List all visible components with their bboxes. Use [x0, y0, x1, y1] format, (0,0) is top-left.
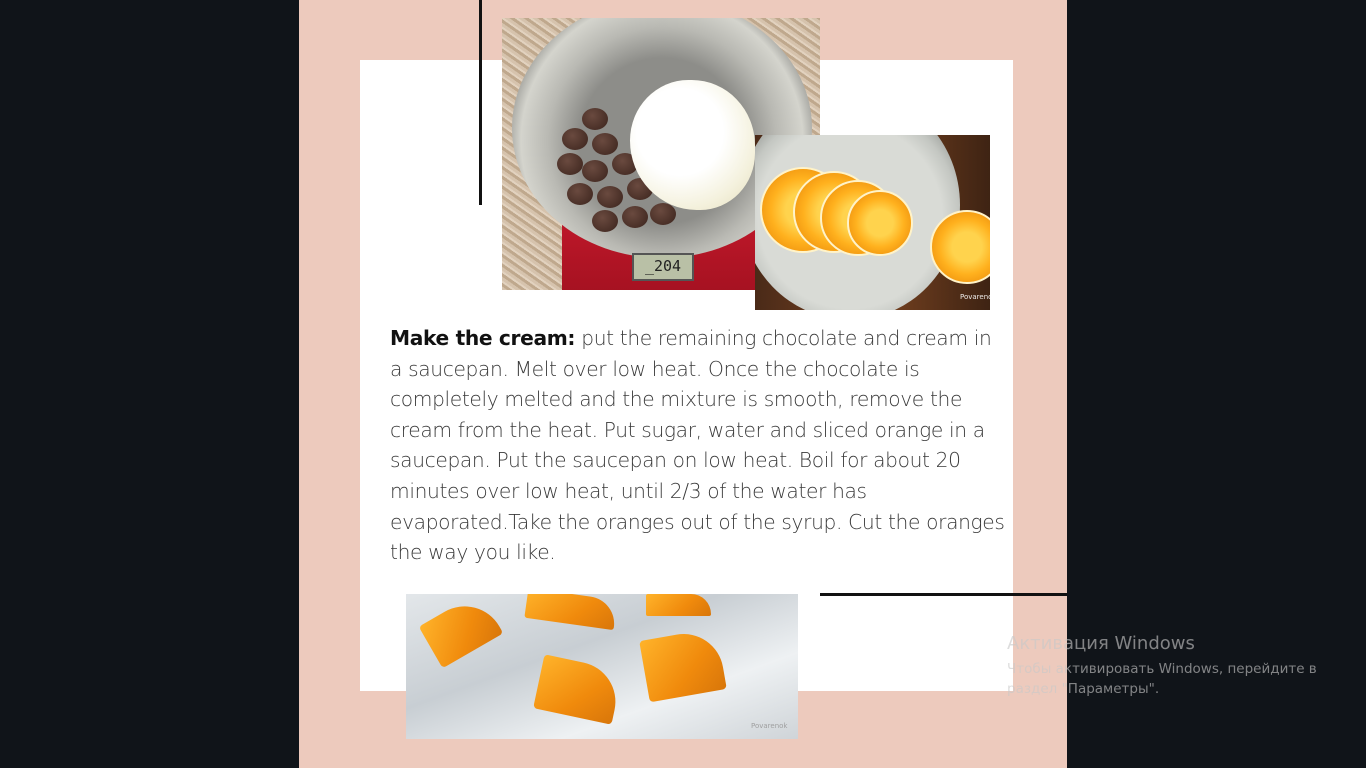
activation-subtitle-line2: раздел "Параметры". — [1007, 681, 1160, 697]
windows-activation-watermark: Активация Windows Чтобы активировать Win… — [1007, 632, 1362, 699]
decorative-vertical-line — [479, 0, 482, 205]
orange-slice — [847, 190, 913, 256]
recipe-heading: Make the cream: — [390, 326, 576, 350]
candied-oranges-photo: Povarenok — [406, 594, 798, 739]
activation-subtitle-line1: Чтобы активировать Windows, перейдите в — [1007, 661, 1317, 677]
activation-subtitle: Чтобы активировать Windows, перейдите в … — [1007, 659, 1362, 699]
desktop-background: _204 Povarenok Povarenok Make the cream:… — [0, 0, 1366, 768]
candied-orange-piece — [418, 594, 504, 669]
watermark: Povarenok — [960, 293, 990, 301]
scale-display: _204 — [632, 253, 694, 281]
candied-orange-piece — [533, 654, 623, 725]
presentation-slide: _204 Povarenok Povarenok Make the cream:… — [299, 0, 1067, 768]
recipe-body: put the remaining chocolate and cream in… — [390, 326, 1005, 565]
recipe-text: Make the cream: put the remaining chocol… — [390, 323, 1005, 568]
watermark: Povarenok — [751, 722, 788, 730]
orange-half — [930, 210, 990, 284]
orange-slices-photo: Povarenok — [755, 135, 990, 310]
candied-orange-piece — [524, 594, 618, 631]
decorative-horizontal-line — [820, 593, 1067, 596]
candied-orange-piece — [639, 627, 727, 703]
activation-title: Активация Windows — [1007, 633, 1195, 654]
candied-orange-piece — [646, 594, 711, 616]
